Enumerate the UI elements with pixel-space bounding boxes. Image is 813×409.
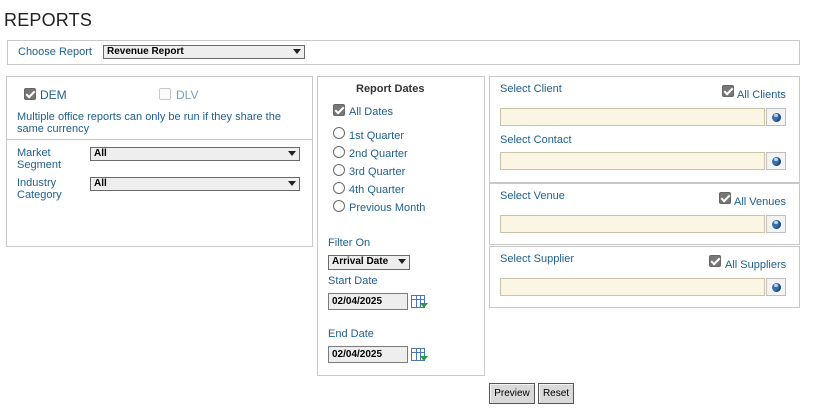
chevron-down-icon (398, 259, 406, 264)
dlv-checkbox[interactable] (159, 88, 171, 100)
choose-report-label: Choose Report (18, 46, 92, 58)
option-2nd-quarter: 2nd Quarter (349, 148, 408, 160)
option-previous-month: Previous Month (349, 202, 426, 214)
globe-icon (772, 283, 781, 292)
all-suppliers-label: All Suppliers (725, 259, 787, 271)
client-panel: Select Client All Clients Select Contact (489, 76, 800, 183)
chevron-down-icon (288, 181, 296, 186)
radio-previous-month[interactable] (333, 200, 345, 212)
option-3rd-quarter: 3rd Quarter (349, 166, 406, 178)
supplier-lookup-button[interactable] (766, 278, 786, 296)
contact-field[interactable] (500, 152, 765, 170)
choose-report-bar: Choose Report Revenue Report (7, 40, 800, 65)
filter-on-label: Filter On (328, 237, 371, 249)
reset-button[interactable]: Reset (538, 383, 574, 404)
market-segment-label: Market Segment (17, 147, 62, 171)
radio-3rd-quarter[interactable] (333, 164, 345, 176)
currency-note: Multiple office reports can only be run … (17, 111, 281, 135)
dlv-label: DLV (176, 88, 199, 102)
globe-icon (772, 220, 781, 229)
all-suppliers-checkbox[interactable] (709, 255, 721, 267)
end-date-label: End Date (328, 328, 374, 340)
report-dates-heading: Report Dates (356, 83, 425, 95)
select-client-label: Select Client (500, 83, 562, 95)
start-date-label: Start Date (328, 275, 378, 287)
contact-lookup-button[interactable] (766, 152, 786, 170)
dem-checkbox[interactable] (24, 88, 36, 100)
globe-icon (772, 113, 781, 122)
all-dates-checkbox[interactable] (333, 104, 345, 116)
venue-field[interactable] (500, 215, 765, 233)
radio-2nd-quarter[interactable] (333, 146, 345, 158)
report-dates-panel: Report Dates All Dates 1st Quarter 2nd Q… (317, 76, 485, 376)
select-venue-label: Select Venue (500, 190, 565, 202)
industry-category-label: Industry Category (17, 177, 62, 201)
calendar-icon[interactable] (411, 294, 429, 311)
report-select[interactable]: Revenue Report (103, 45, 305, 59)
supplier-panel: Select Supplier All Suppliers (489, 246, 800, 308)
select-supplier-label: Select Supplier (500, 253, 574, 265)
globe-icon (772, 157, 781, 166)
market-segment-value: All (94, 148, 107, 159)
start-date-input[interactable]: 02/04/2025 (328, 293, 408, 310)
all-clients-label: All Clients (737, 89, 786, 101)
industry-category-select[interactable]: All (90, 177, 300, 191)
all-venues-checkbox[interactable] (719, 192, 731, 204)
all-clients-checkbox[interactable] (722, 85, 734, 97)
client-lookup-button[interactable] (766, 108, 786, 126)
filter-on-value: Arrival Date (332, 256, 389, 267)
market-segment-select[interactable]: All (90, 147, 300, 161)
option-4th-quarter: 4th Quarter (349, 184, 405, 196)
chevron-down-icon (293, 49, 301, 54)
option-1st-quarter: 1st Quarter (349, 130, 405, 142)
supplier-field[interactable] (500, 278, 765, 296)
preview-button[interactable]: Preview (489, 383, 535, 404)
office-panel: DEM DLV Multiple office reports can only… (6, 76, 313, 140)
industry-category-value: All (94, 178, 107, 189)
client-field[interactable] (500, 108, 765, 126)
chevron-down-icon (288, 151, 296, 156)
venue-panel: Select Venue All Venues (489, 183, 800, 245)
filter-on-select[interactable]: Arrival Date (328, 255, 410, 270)
report-select-value: Revenue Report (107, 46, 184, 57)
radio-1st-quarter[interactable] (333, 127, 345, 139)
page-title: REPORTS (4, 10, 93, 30)
all-venues-label: All Venues (734, 196, 786, 208)
select-contact-label: Select Contact (500, 134, 572, 146)
segment-panel: Market Segment All Industry Category All (6, 139, 313, 247)
dem-label: DEM (40, 88, 67, 102)
end-date-input[interactable]: 02/04/2025 (328, 346, 408, 363)
calendar-icon[interactable] (411, 347, 429, 364)
all-dates-label: All Dates (349, 106, 394, 118)
venue-lookup-button[interactable] (766, 215, 786, 233)
radio-4th-quarter[interactable] (333, 182, 345, 194)
